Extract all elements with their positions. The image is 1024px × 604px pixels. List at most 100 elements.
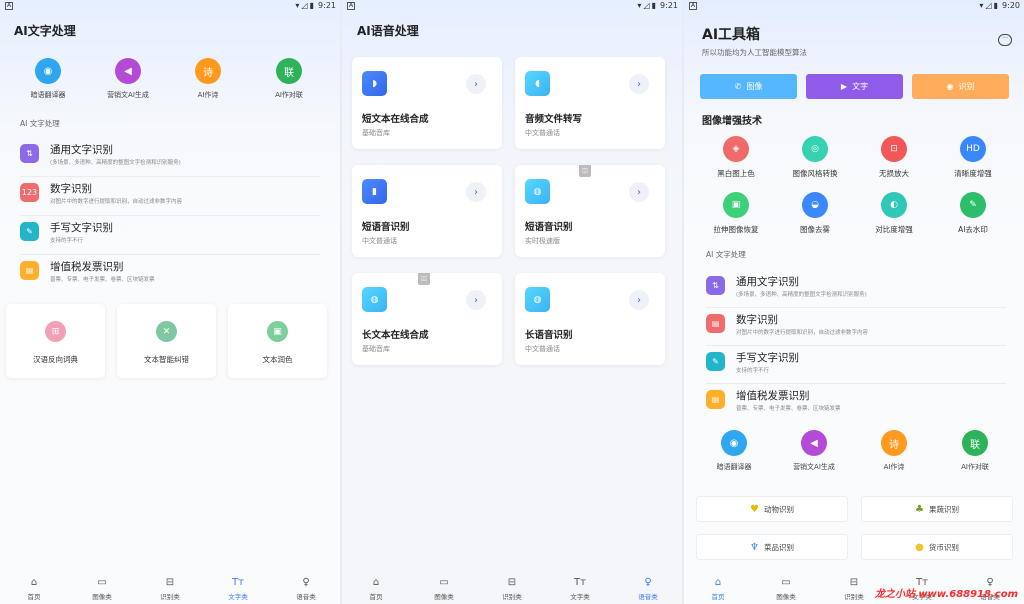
tab-0[interactable]: ⌂ 首页 bbox=[688, 570, 748, 604]
list-item[interactable]: ✎ 手写文字识别 支持的字不行 bbox=[706, 348, 1006, 384]
bottom-tab-bar: ⌂ 首页 ▭ 图像类 ⊟ 识别类 Tт 文字类 ♀ 语音类 bbox=[342, 570, 682, 604]
voice-card-5[interactable]: ◍ › 长语音识别 中文普通话 bbox=[515, 273, 665, 365]
chevron-right-icon[interactable]: › bbox=[466, 74, 486, 94]
list-item[interactable]: ⇅ 通用文字识别 (多场景、多语种、高精度的整图文字检测和识别服务) bbox=[20, 140, 320, 176]
enhance-tool-label: 清晰度增强 bbox=[954, 169, 992, 178]
recognition-button-3[interactable]: ● 货币识别 bbox=[861, 534, 1013, 560]
tab-1[interactable]: ▭ 图像类 bbox=[756, 570, 816, 604]
tab-label: 识别类 bbox=[502, 593, 522, 601]
tab-3[interactable]: Tт 文字类 bbox=[208, 570, 268, 604]
voice-icon: ▮ bbox=[362, 179, 387, 204]
tab-4[interactable]: ♀ 语音类 bbox=[276, 570, 336, 604]
status-bar: A ▾◿▮ 9:21 bbox=[0, 0, 340, 13]
tool-card-label: 文本智能纠错 bbox=[144, 355, 189, 364]
quick-tool-0[interactable]: ◉ 暗语翻译器 bbox=[18, 58, 78, 100]
tab-0[interactable]: ⌂ 首页 bbox=[4, 570, 64, 604]
page-title: AI语音处理 bbox=[357, 24, 419, 38]
category-pill-0[interactable]: ✆ 图像 bbox=[700, 74, 797, 99]
list-item[interactable]: ✎ 手写文字识别 支持的字不行 bbox=[20, 218, 320, 254]
quick-tool-label: 暗语翻译器 bbox=[30, 91, 66, 99]
list-item[interactable]: 123 数字识别 对图片中的数字进行提取和识别，自动过滤非数字内容 bbox=[20, 179, 320, 215]
enhance-tool-label: 黑白图上色 bbox=[717, 169, 755, 178]
recognition-icon: ● bbox=[915, 541, 924, 553]
voice-card-2[interactable]: ▮ › 短语音识别 中文普通话 bbox=[352, 165, 502, 257]
enhance-tool-2[interactable]: ⊡ 无损放大 bbox=[858, 136, 930, 179]
recognition-button-1[interactable]: ♣ 果蔬识别 bbox=[861, 496, 1013, 522]
voice-card-title: 长文本在线合成 bbox=[362, 330, 429, 341]
divider bbox=[706, 383, 1006, 384]
quick-tool-label: AI作对联 bbox=[275, 91, 303, 99]
tab-icon: ▭ bbox=[97, 577, 107, 588]
bookmark-icon: ◫ bbox=[418, 273, 430, 285]
quick-tool-0[interactable]: ◉ 暗语翻译器 bbox=[704, 430, 764, 472]
chat-icon[interactable]: ··· bbox=[998, 34, 1012, 46]
enhance-tool-5[interactable]: ◒ 图像去雾 bbox=[779, 192, 851, 235]
category-pill-1[interactable]: ▶ 文字 bbox=[806, 74, 903, 99]
enhance-tool-label: 无损放大 bbox=[879, 169, 909, 178]
quick-tool-label: AI作对联 bbox=[961, 463, 989, 471]
voice-icon: ◗ bbox=[362, 71, 387, 96]
quick-tool-3[interactable]: 联 AI作对联 bbox=[259, 58, 319, 100]
list-item-desc: 普票、专票、电子发票、卷票、区块链发票 bbox=[736, 406, 841, 412]
quick-tool-2[interactable]: 诗 AI作诗 bbox=[178, 58, 238, 100]
category-pill-2[interactable]: ◉ 识别 bbox=[912, 74, 1009, 99]
tab-label: 首页 bbox=[27, 593, 41, 601]
enhance-tool-label: 对比度增强 bbox=[875, 225, 913, 234]
list-item[interactable]: ▤ 数字识别 对图片中的数字进行提取和识别，自动过滤非数字内容 bbox=[706, 310, 1006, 346]
enhance-tool-0[interactable]: ◈ 黑白图上色 bbox=[700, 136, 772, 179]
enhance-tool-1[interactable]: ◎ 图像风格转换 bbox=[779, 136, 851, 179]
tab-label: 文字类 bbox=[570, 593, 590, 601]
recognition-icon: ♥ bbox=[750, 503, 759, 515]
voice-card-title: 短文本在线合成 bbox=[362, 114, 429, 125]
tab-0[interactable]: ⌂ 首页 bbox=[346, 570, 406, 604]
voice-card-1[interactable]: ◖ › 音频文件转写 中文普通话 bbox=[515, 57, 665, 149]
tab-4[interactable]: ♀ 语音类 bbox=[618, 570, 678, 604]
notification-icon: A bbox=[347, 2, 355, 10]
enhance-tool-4[interactable]: ▣ 拉伸图像恢复 bbox=[700, 192, 772, 235]
tool-card-0[interactable]: ⊞ 汉语反向词典 bbox=[6, 304, 105, 378]
chevron-right-icon[interactable]: › bbox=[466, 290, 486, 310]
recognition-button-0[interactable]: ♥ 动物识别 bbox=[696, 496, 848, 522]
voice-card-0[interactable]: ◗ › 短文本在线合成 基础音库 bbox=[352, 57, 502, 149]
quick-tool-1[interactable]: ◀ 营销文AI生成 bbox=[98, 58, 158, 100]
quick-tool-1[interactable]: ◀ 营销文AI生成 bbox=[784, 430, 844, 472]
quick-tool-icon: 联 bbox=[276, 58, 302, 84]
chevron-right-icon[interactable]: › bbox=[629, 74, 649, 94]
list-item-title: 通用文字识别 bbox=[736, 276, 799, 288]
tool-card-1[interactable]: ✕ 文本智能纠错 bbox=[117, 304, 216, 378]
voice-card-4[interactable]: ◍ › 长文本在线合成 基础音库 ◫ bbox=[352, 273, 502, 365]
list-item-title: 增值税发票识别 bbox=[736, 390, 810, 402]
enhance-tool-7[interactable]: ✎ AI去水印 bbox=[937, 192, 1009, 235]
chevron-right-icon[interactable]: › bbox=[629, 182, 649, 202]
voice-card-title: 短语音识别 bbox=[525, 222, 573, 233]
list-item-desc: 支持的字不行 bbox=[50, 238, 84, 244]
recognition-button-2[interactable]: ♆ 菜品识别 bbox=[696, 534, 848, 560]
page-subtitle: 所以功能均为人工智能模型算法 bbox=[702, 48, 807, 57]
list-item[interactable]: ▤ 增值税发票识别 普票、专票、电子发票、卷票、区块链发票 bbox=[20, 257, 320, 293]
tab-label: 图像类 bbox=[92, 593, 112, 601]
notification-icon: A bbox=[689, 2, 697, 10]
voice-card-title: 音频文件转写 bbox=[525, 114, 583, 125]
tab-3[interactable]: Tт 文字类 bbox=[550, 570, 610, 604]
chevron-right-icon[interactable]: › bbox=[629, 290, 649, 310]
signal-icons: ▾◿▮ bbox=[637, 1, 658, 10]
quick-tool-2[interactable]: 诗 AI作诗 bbox=[864, 430, 924, 472]
chevron-right-icon[interactable]: › bbox=[466, 182, 486, 202]
enhance-tool-6[interactable]: ◐ 对比度增强 bbox=[858, 192, 930, 235]
tool-card-2[interactable]: ▣ 文本润色 bbox=[228, 304, 327, 378]
list-item[interactable]: ⇅ 通用文字识别 (多场景、多语种、高精度的整图文字检测和识别服务) bbox=[706, 272, 1006, 308]
tab-2[interactable]: ⊟ 识别类 bbox=[482, 570, 542, 604]
clock: 9:20 bbox=[1002, 1, 1020, 10]
list-item-desc: (多场景、多语种、高精度的整图文字检测和识别服务) bbox=[50, 160, 181, 166]
screenshot-composite: A ▾◿▮ 9:21 AI文字处理 ◉ 暗语翻译器 ◀ 营销文AI生成诗 AI作诗联 AI… bbox=[0, 0, 1024, 604]
tab-1[interactable]: ▭ 图像类 bbox=[72, 570, 132, 604]
recognition-label: 菜品识别 bbox=[763, 542, 794, 552]
enhance-tool-3[interactable]: HD 清晰度增强 bbox=[937, 136, 1009, 179]
list-item[interactable]: ▤ 增值税发票识别 普票、专票、电子发票、卷票、区块链发票 bbox=[706, 386, 1006, 422]
signal-icons: ▾◿▮ bbox=[979, 1, 1000, 10]
tab-1[interactable]: ▭ 图像类 bbox=[414, 570, 474, 604]
tab-2[interactable]: ⊟ 识别类 bbox=[140, 570, 200, 604]
voice-card-3[interactable]: ◍ › 短语音识别 实时极速版 ◫ bbox=[515, 165, 665, 257]
quick-tool-3[interactable]: 联 AI作对联 bbox=[945, 430, 1005, 472]
recognition-label: 货币识别 bbox=[928, 542, 959, 552]
